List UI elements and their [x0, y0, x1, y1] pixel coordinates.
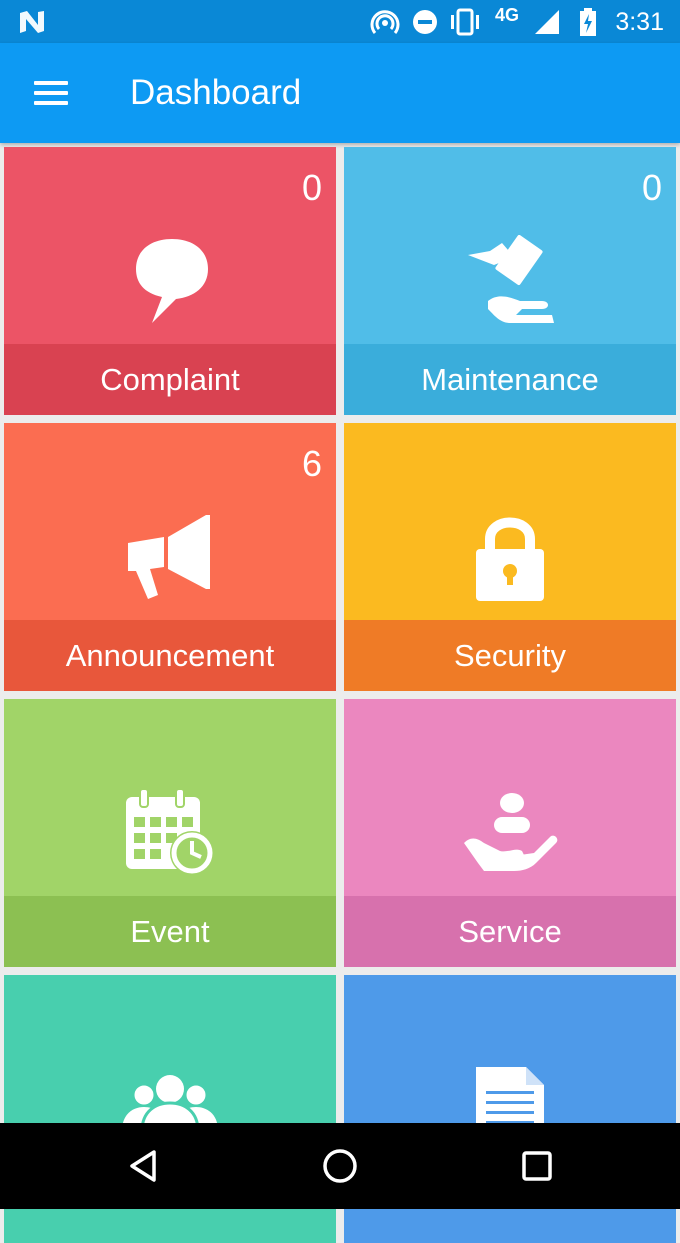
battery-charging-icon [580, 8, 596, 36]
tile-event[interactable]: Event [4, 699, 336, 967]
group-icon [122, 1075, 218, 1131]
hotspot-icon [370, 10, 400, 34]
megaphone-icon [128, 515, 210, 599]
event-label-band: Event [4, 896, 336, 967]
menu-button[interactable] [20, 71, 80, 117]
tile-announcement[interactable]: 6 Announcement [4, 423, 336, 691]
tile-label: Complaint [100, 361, 240, 397]
tile-label: Security [454, 637, 566, 673]
speech-bubble-icon [136, 239, 208, 323]
announcement-count-badge: 6 [301, 443, 322, 484]
network-type: 4G [495, 5, 520, 25]
menu-icon-bar [34, 101, 68, 105]
security-label-band: Security [344, 620, 676, 691]
menu-icon [34, 81, 68, 85]
home-icon[interactable] [318, 1144, 362, 1188]
maintenance-count-badge: 0 [641, 167, 662, 208]
tile-label: Maintenance [421, 361, 599, 397]
hand-bill-icon [468, 235, 554, 323]
tile-label: Event [130, 913, 210, 949]
status-bar: 4G 3:31 [0, 0, 680, 43]
status-time: 3:31 [615, 8, 664, 36]
do-not-disturb-icon [413, 10, 437, 34]
service-label-band: Service [344, 896, 676, 967]
lock-icon [476, 517, 544, 601]
n-logo-icon [20, 11, 44, 33]
recents-icon[interactable] [515, 1144, 559, 1188]
service-hand-icon [464, 793, 558, 871]
back-icon[interactable] [122, 1144, 166, 1188]
announcement-label-band: Announcement [4, 620, 336, 691]
maintenance-label-band: Maintenance [344, 344, 676, 415]
document-icon [476, 1067, 544, 1131]
tile-label: Announcement [65, 637, 275, 673]
tile-label: Service [458, 913, 562, 949]
page-title: Dashboard [130, 73, 302, 112]
menu-icon-bar [34, 91, 68, 95]
app-bar: Dashboard [0, 43, 680, 143]
complaint-count-badge: 0 [301, 167, 322, 208]
tile-service[interactable]: Service [344, 699, 676, 967]
tile-security[interactable]: Security [344, 423, 676, 691]
vibrate-icon [451, 8, 479, 36]
calendar-clock-icon [126, 788, 214, 875]
tile-maintenance[interactable]: 0 Maintenance [344, 147, 676, 415]
complaint-label-band: Complaint [4, 344, 336, 415]
signal-icon [535, 10, 559, 34]
system-nav-bar [0, 1123, 680, 1209]
tile-complaint[interactable]: 0 Complaint [4, 147, 336, 415]
